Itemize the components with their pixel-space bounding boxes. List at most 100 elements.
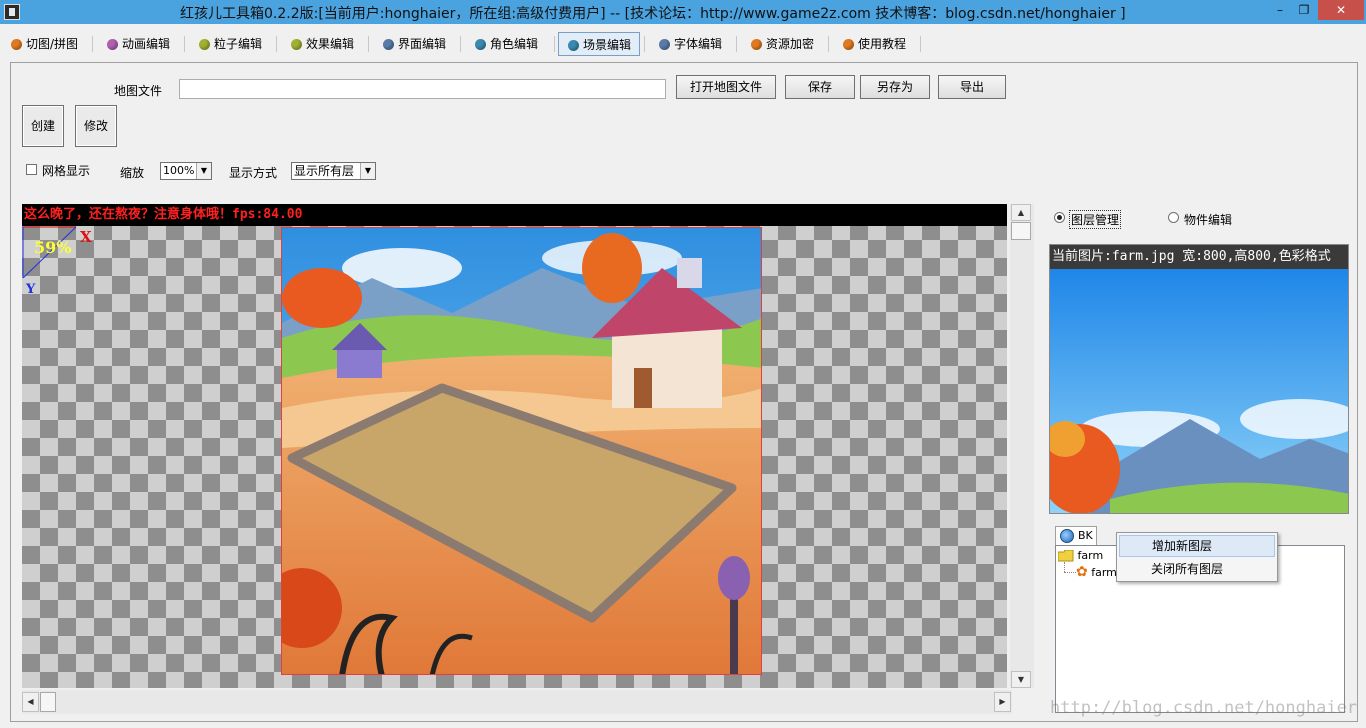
zoom-label: 缩放 <box>120 166 145 180</box>
tree-folder-label: farm <box>1077 549 1104 562</box>
tool-label: 效果编辑 <box>306 37 355 51</box>
create-button[interactable]: 创建 <box>22 105 64 147</box>
tool-label: 界面编辑 <box>398 37 447 51</box>
scroll-right-button[interactable]: ▶ <box>994 692 1011 712</box>
tool-scene-editor[interactable]: 场景编辑 <box>558 32 640 56</box>
tool-particle-editor[interactable]: 粒子编辑 <box>190 32 274 56</box>
dropdown-arrow-icon: ▼ <box>196 163 211 179</box>
tool-label: 资源加密 <box>766 37 815 51</box>
dropdown-arrow-icon: ▼ <box>360 163 375 179</box>
tool-label: 场景编辑 <box>583 38 632 52</box>
ui-editor-icon <box>383 39 394 50</box>
context-menu: 增加新图层 关闭所有图层 <box>1116 532 1278 582</box>
tool-slice-merge[interactable]: 切图/拼图 <box>2 32 88 56</box>
display-mode-select[interactable]: 显示所有层 ▼ <box>291 162 376 180</box>
tool-animation-editor[interactable]: 动画编辑 <box>98 32 182 56</box>
flower-icon: ✿ <box>1076 564 1088 580</box>
save-as-button[interactable]: 另存为 <box>860 75 930 99</box>
save-button[interactable]: 保存 <box>785 75 855 99</box>
object-edit-radio[interactable] <box>1168 212 1179 223</box>
particle-icon <box>199 39 210 50</box>
effect-icon <box>291 39 302 50</box>
menu-close-all-layers[interactable]: 关闭所有图层 <box>1119 558 1275 580</box>
font-icon <box>659 39 670 50</box>
tool-role-editor[interactable]: 角色编辑 <box>466 32 552 56</box>
toolbar-divider <box>368 36 369 52</box>
map-file-label: 地图文件 <box>114 84 163 98</box>
modify-button[interactable]: 修改 <box>75 105 117 147</box>
map-file-input[interactable] <box>179 79 666 99</box>
watermark: http://blog.csdn.net/honghaier <box>1050 698 1358 718</box>
tree-item-farm-image[interactable]: ✿ farm <box>1076 564 1117 580</box>
animation-icon <box>107 39 118 50</box>
tool-label: 动画编辑 <box>122 37 171 51</box>
toolbar-divider <box>828 36 829 52</box>
tutorial-icon <box>843 39 854 50</box>
layer-globe-icon <box>1060 529 1074 543</box>
open-map-file-button[interactable]: 打开地图文件 <box>676 75 776 99</box>
tree-connector <box>1064 562 1065 572</box>
axis-y-label: Y <box>26 282 36 297</box>
horizontal-scrollbar[interactable]: ◀ ▶ <box>22 690 1012 714</box>
farm-scene-illustration <box>282 228 761 674</box>
minimize-button[interactable]: – <box>1268 0 1292 20</box>
tool-label: 切图/拼图 <box>26 37 79 51</box>
grid-label: 网格显示 <box>42 164 91 178</box>
export-button[interactable]: 导出 <box>938 75 1006 99</box>
object-edit-label: 物件编辑 <box>1184 213 1233 227</box>
role-icon <box>475 39 486 50</box>
toolbar-divider <box>460 36 461 52</box>
app-icon <box>4 4 20 20</box>
module-toolbar: 切图/拼图 动画编辑 粒子编辑 效果编辑 界面编辑 角色编辑 场景编辑 字体编辑… <box>0 32 1366 58</box>
menu-add-layer[interactable]: 增加新图层 <box>1119 535 1275 557</box>
tool-effect-editor[interactable]: 效果编辑 <box>282 32 366 56</box>
slice-merge-icon <box>11 39 22 50</box>
vertical-scrollbar[interactable]: ▲ ▼ <box>1010 204 1034 688</box>
layer-manage-radio[interactable] <box>1054 212 1065 223</box>
grid-checkbox[interactable] <box>26 164 37 175</box>
tool-resource-encrypt[interactable]: 资源加密 <box>742 32 826 56</box>
title-bar: 红孩儿工具箱0.2.2版:[当前用户:honghaier，所在组:高级付费用户]… <box>0 0 1366 24</box>
toolbar-divider <box>920 36 921 52</box>
tab-bk[interactable]: BK <box>1055 526 1097 546</box>
image-preview: 当前图片:farm.jpg 宽:800,高800,色彩格式 <box>1049 244 1349 514</box>
display-mode-value: 显示所有层 <box>294 164 355 178</box>
close-button[interactable]: ✕ <box>1318 0 1364 20</box>
axis-x-label: X <box>80 228 92 246</box>
preview-info-text: 当前图片:farm.jpg 宽:800,高800,色彩格式 <box>1050 245 1348 269</box>
toolbar-divider <box>276 36 277 52</box>
vertical-scroll-thumb[interactable] <box>1011 222 1031 240</box>
tool-tutorial[interactable]: 使用教程 <box>834 32 918 56</box>
map-image[interactable] <box>281 227 762 675</box>
scroll-down-button[interactable]: ▼ <box>1011 671 1031 688</box>
zoom-select-value: 100% <box>163 164 195 177</box>
tree-item-label: farm <box>1091 566 1117 579</box>
encrypt-icon <box>751 39 762 50</box>
tool-label: 字体编辑 <box>674 37 723 51</box>
scroll-up-button[interactable]: ▲ <box>1011 204 1031 221</box>
toolbar-divider <box>92 36 93 52</box>
tab-bk-label: BK <box>1078 529 1093 542</box>
toolbar-divider <box>736 36 737 52</box>
preview-image <box>1050 269 1348 513</box>
scene-canvas[interactable]: 这么晚了，还在熬夜？注意身体哦！fps:84.00 59% X Y <box>22 204 1007 688</box>
zoom-select[interactable]: 100% ▼ <box>160 162 212 180</box>
toolbar-divider <box>644 36 645 52</box>
folder-icon <box>1057 549 1074 562</box>
tree-connector <box>1064 572 1076 573</box>
tool-label: 使用教程 <box>858 37 907 51</box>
tool-label: 角色编辑 <box>490 37 539 51</box>
tool-font-editor[interactable]: 字体编辑 <box>650 32 734 56</box>
scroll-left-button[interactable]: ◀ <box>22 692 39 712</box>
horizontal-scroll-thumb[interactable] <box>40 692 56 712</box>
display-mode-label: 显示方式 <box>229 166 278 180</box>
tool-label: 粒子编辑 <box>214 37 263 51</box>
canvas-status-bar: 这么晚了，还在熬夜？注意身体哦！fps:84.00 <box>22 204 1007 226</box>
maximize-button[interactable]: ❐ <box>1292 0 1316 20</box>
toolbar-divider <box>554 36 555 52</box>
zoom-indicator: 59% <box>34 238 72 257</box>
tool-ui-editor[interactable]: 界面编辑 <box>374 32 458 56</box>
scene-icon <box>568 40 579 51</box>
toolbar-divider <box>184 36 185 52</box>
tree-folder-farm[interactable]: farm <box>1057 549 1104 562</box>
